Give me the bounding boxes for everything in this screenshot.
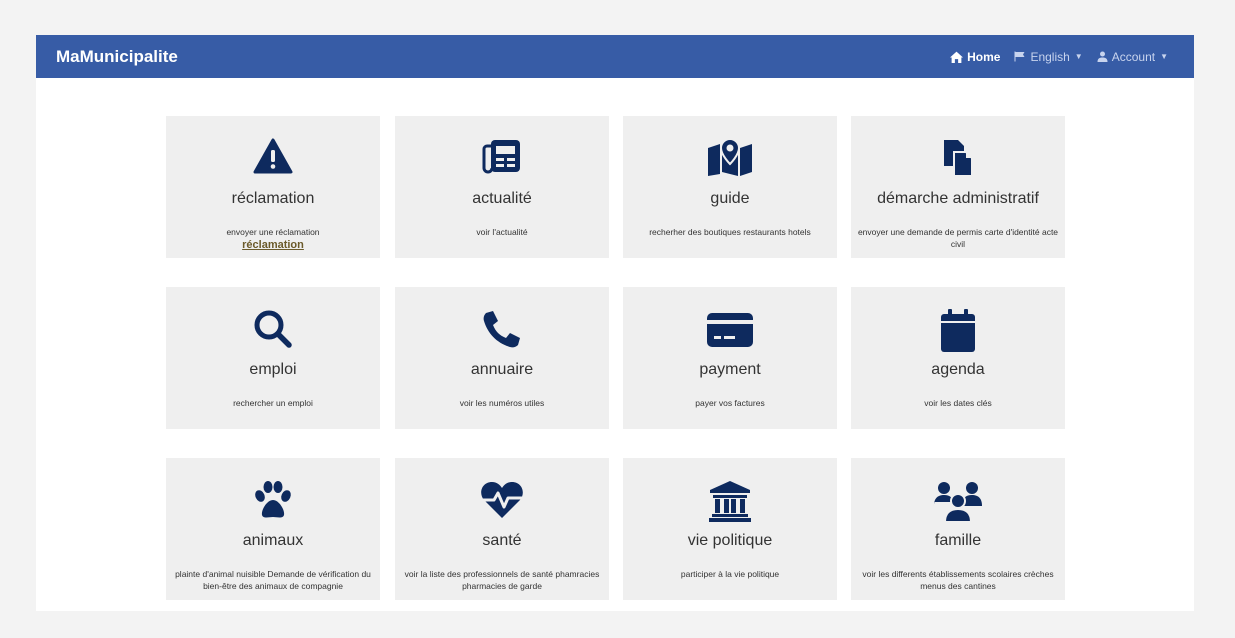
- card-annuaire[interactable]: annuaire voir les numéros utiles: [395, 287, 609, 429]
- heartbeat-icon: [395, 480, 609, 520]
- card-vie-politique[interactable]: vie politique participer à la vie politi…: [623, 458, 837, 600]
- nav-home[interactable]: Home: [950, 50, 1000, 64]
- card-title: guide: [710, 190, 750, 207]
- card-demarche-administratif[interactable]: démarche administratif envoyer une deman…: [851, 116, 1065, 258]
- card-desc-text: rechercher un emploi: [233, 398, 313, 408]
- map-icon: [623, 138, 837, 178]
- card-title: annuaire: [470, 361, 534, 378]
- phone-icon: [395, 309, 609, 349]
- card-desc-text: envoyer une demande de permis carte d'id…: [857, 227, 1059, 249]
- card-desc-text: plainte d'animal nuisible Demande de vér…: [175, 569, 371, 591]
- nav-home-label: Home: [967, 49, 1001, 64]
- calendar-icon: [851, 309, 1065, 352]
- navbar: MaMunicipalite Home English ▼ Account ▼: [36, 35, 1194, 78]
- institution-icon: [623, 480, 837, 522]
- card-title: emploi: [249, 361, 297, 378]
- card-guide[interactable]: guide recherher des boutiques restaurant…: [623, 116, 837, 258]
- paw-icon: [166, 480, 380, 520]
- nav-language-dropdown[interactable]: English ▼: [1014, 49, 1083, 64]
- caret-down-icon: ▼: [1074, 52, 1083, 61]
- card-reclamation[interactable]: réclamation envoyer une réclamation récl…: [166, 116, 380, 258]
- card-famille[interactable]: famille voir les differents établissemen…: [851, 458, 1065, 600]
- caret-down-icon: ▼: [1160, 52, 1168, 61]
- nav-account-dropdown[interactable]: Account ▼: [1097, 50, 1168, 64]
- card-title: payment: [699, 361, 761, 378]
- card-desc-text: payer vos factures: [695, 398, 765, 408]
- card-desc-text: participer à la vie politique: [680, 569, 780, 579]
- card-title: santé: [482, 532, 522, 549]
- card-sante[interactable]: santé voir la liste des professionnels d…: [395, 458, 609, 600]
- card-desc-text: voir les dates clés: [924, 398, 992, 408]
- newspaper-icon: [395, 138, 609, 178]
- card-desc-text: envoyer une réclamation: [226, 227, 320, 237]
- card-payment[interactable]: payment payer vos factures: [623, 287, 837, 429]
- warning-icon: [166, 138, 380, 178]
- page-frame: MaMunicipalite Home English ▼ Account ▼ …: [36, 35, 1194, 611]
- card-animaux[interactable]: animaux plainte d'animal nuisible Demand…: [166, 458, 380, 600]
- card-title: actualité: [472, 190, 532, 207]
- card-actualite[interactable]: actualité voir l'actualité: [395, 116, 609, 258]
- card-desc-text: recherher des boutiques restaurants hote…: [649, 227, 811, 237]
- user-icon: [1097, 51, 1108, 62]
- nav-right: Home English ▼ Account ▼: [950, 50, 1168, 64]
- flag-icon: [1014, 51, 1026, 62]
- home-icon: [950, 51, 964, 63]
- brand-logo[interactable]: MaMunicipalite: [56, 47, 178, 67]
- search-icon: [166, 309, 380, 349]
- card-title: animaux: [242, 532, 304, 549]
- card-agenda[interactable]: agenda voir les dates clés: [851, 287, 1065, 429]
- card-desc-text: voir les numéros utiles: [459, 398, 545, 408]
- card-desc-text: voir la liste des professionnels de sant…: [404, 569, 600, 591]
- card-description: envoyer une réclamation réclamation: [172, 226, 374, 251]
- nav-language-label: English: [1030, 49, 1070, 64]
- card-title: démarche administratif: [877, 190, 1039, 207]
- documents-icon: [851, 138, 1065, 178]
- family-icon: [851, 480, 1065, 522]
- card-title: famille: [934, 532, 982, 549]
- card-title: réclamation: [231, 190, 315, 207]
- credit-card-icon: [623, 309, 837, 349]
- card-title: agenda: [931, 361, 985, 378]
- card-title: vie politique: [687, 532, 773, 549]
- nav-account-label: Account: [1111, 49, 1156, 64]
- reclamation-link[interactable]: réclamation: [172, 239, 374, 251]
- card-emploi[interactable]: emploi rechercher un emploi: [166, 287, 380, 429]
- card-desc-text: voir l'actualité: [476, 227, 528, 237]
- card-desc-text: voir les differents établissements scola…: [862, 569, 1054, 591]
